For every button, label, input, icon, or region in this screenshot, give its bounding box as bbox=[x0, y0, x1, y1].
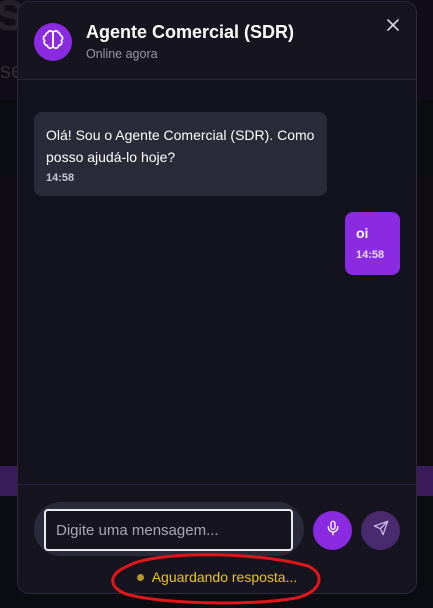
message-text: Olá! Sou o Agente Comercial (SDR). Como … bbox=[46, 127, 315, 165]
voice-input-button[interactable] bbox=[313, 511, 352, 550]
brain-icon bbox=[42, 29, 64, 56]
agent-status: Online agora bbox=[86, 47, 158, 61]
message-text: oi bbox=[356, 225, 369, 241]
close-icon[interactable] bbox=[387, 18, 399, 36]
message-list[interactable]: Olá! Sou o Agente Comercial (SDR). Como … bbox=[18, 81, 416, 484]
status-dot-icon bbox=[136, 573, 144, 581]
chat-modal: Agente Comercial (SDR) Online agora Olá!… bbox=[17, 1, 417, 594]
chat-footer: Aguardando resposta... bbox=[18, 484, 416, 593]
message-time: 14:58 bbox=[356, 249, 385, 261]
chat-title: Agente Comercial (SDR) bbox=[86, 22, 295, 42]
waiting-status: Aguardando resposta... bbox=[18, 569, 416, 585]
message-time: 14:58 bbox=[46, 172, 75, 184]
close-button[interactable] bbox=[382, 16, 404, 38]
status-text: Aguardando resposta... bbox=[151, 569, 298, 585]
bot-message: Olá! Sou o Agente Comercial (SDR). Como … bbox=[34, 112, 327, 196]
agent-avatar bbox=[34, 23, 72, 61]
message-input[interactable] bbox=[44, 509, 293, 551]
send-icon bbox=[373, 520, 389, 541]
send-button[interactable] bbox=[361, 511, 400, 550]
microphone-icon bbox=[325, 520, 341, 541]
chat-header: Agente Comercial (SDR) Online agora bbox=[18, 2, 416, 80]
message-input-wrapper bbox=[34, 502, 304, 556]
user-message: oi 14:58 bbox=[345, 212, 400, 275]
